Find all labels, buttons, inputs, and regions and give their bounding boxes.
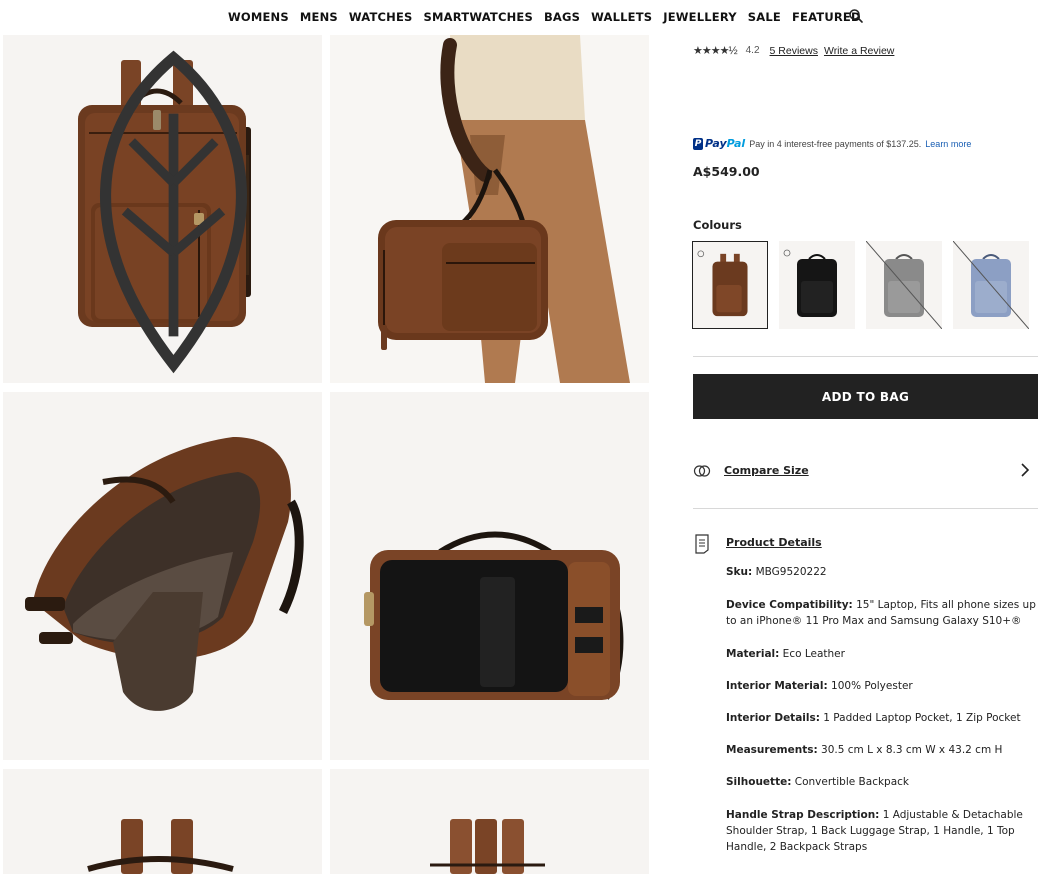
detail-label: Sku: xyxy=(726,566,753,578)
detail-value: 1 Padded Laptop Pocket, 1 Zip Pocket xyxy=(819,712,1021,724)
top-navigation: WOMENS MENS WATCHES SMARTWATCHES BAGS WA… xyxy=(0,0,1042,33)
detail-label: Silhouette: xyxy=(726,776,792,788)
product-image-front[interactable] xyxy=(3,35,322,383)
detail-value: MBG9520222 xyxy=(752,566,827,578)
compare-size-row[interactable]: Compare Size xyxy=(693,458,1038,484)
compare-size-link[interactable]: Compare Size xyxy=(724,464,809,477)
detail-label: Handle Strap Description: xyxy=(726,809,880,821)
detail-label: Interior Material: xyxy=(726,680,828,692)
search-icon[interactable] xyxy=(848,8,864,24)
nav-item-watches[interactable]: WATCHES xyxy=(349,10,413,24)
nav-menu: WOMENS MENS WATCHES SMARTWATCHES BAGS WA… xyxy=(228,10,861,24)
swatch-blue-image xyxy=(953,241,1029,329)
product-price: A$549.00 xyxy=(693,164,760,179)
product-details-title[interactable]: Product Details xyxy=(726,536,822,549)
add-to-bag-button[interactable]: ADD TO BAG xyxy=(693,374,1038,419)
document-icon xyxy=(695,534,709,554)
divider xyxy=(693,508,1038,509)
rating-value: 4.2 xyxy=(745,45,760,56)
write-review-link[interactable]: Write a Review xyxy=(824,45,894,57)
chevron-right-icon[interactable] xyxy=(1020,462,1030,478)
rating-row: ★★★★½ 4.2 5 Reviews Write a Review xyxy=(693,44,894,58)
product-image-front-alt[interactable] xyxy=(3,769,322,874)
nav-item-wallets[interactable]: WALLETS xyxy=(591,10,652,24)
detail-label: Material: xyxy=(726,648,780,660)
nav-item-smartwatches[interactable]: SMARTWATCHES xyxy=(424,10,533,24)
paypal-icon: P xyxy=(693,137,703,150)
swatch-brown-image xyxy=(697,250,748,317)
nav-item-mens[interactable]: MENS xyxy=(300,10,338,24)
nav-item-bags[interactable]: BAGS xyxy=(544,10,580,24)
product-image-interior[interactable] xyxy=(3,392,322,760)
detail-handle-strap: Handle Strap Description: 1 Adjustable &… xyxy=(726,807,1040,855)
eco-leaf-icon xyxy=(100,50,247,374)
paypal-logo-pay: Pay xyxy=(705,137,727,150)
model-carrying-image xyxy=(330,35,649,383)
divider xyxy=(693,356,1038,357)
detail-label: Measurements: xyxy=(726,744,818,756)
backpack-interior-image xyxy=(25,437,304,711)
colour-swatch-brown[interactable] xyxy=(692,241,768,329)
colour-swatches xyxy=(692,241,1029,329)
detail-label: Device Compatibility: xyxy=(726,599,853,611)
star-rating: ★★★★½ xyxy=(693,45,738,57)
paypal-row: P PayPal Pay in 4 interest-free payments… xyxy=(693,137,971,150)
detail-value: Eco Leather xyxy=(779,648,845,660)
backpack-side-image xyxy=(430,819,545,874)
detail-sku: Sku: MBG9520222 xyxy=(726,564,1040,580)
paypal-logo: P PayPal xyxy=(693,137,745,150)
compare-rings-icon xyxy=(693,465,711,477)
detail-value: 100% Polyester xyxy=(827,680,913,692)
product-image-back[interactable] xyxy=(330,392,649,760)
nav-item-womens[interactable]: WOMENS xyxy=(228,10,289,24)
detail-value: 30.5 cm L x 8.3 cm W x 43.2 cm H xyxy=(817,744,1003,756)
product-image-side[interactable] xyxy=(330,769,649,874)
reviews-link[interactable]: 5 Reviews xyxy=(770,45,818,57)
swatch-grey-image xyxy=(866,241,942,329)
detail-silhouette: Silhouette: Convertible Backpack xyxy=(726,774,1040,790)
detail-material: Material: Eco Leather xyxy=(726,646,1040,662)
product-image-model[interactable] xyxy=(330,35,649,383)
detail-interior-details: Interior Details: 1 Padded Laptop Pocket… xyxy=(726,710,1040,726)
paypal-learn-more-link[interactable]: Learn more xyxy=(925,139,971,149)
colour-swatch-blue-unavailable[interactable] xyxy=(953,241,1029,329)
colours-label: Colours xyxy=(693,218,742,232)
colour-swatch-grey-unavailable[interactable] xyxy=(866,241,942,329)
detail-measurements: Measurements: 30.5 cm L x 8.3 cm W x 43.… xyxy=(726,742,1040,758)
detail-interior-material: Interior Material: 100% Polyester xyxy=(726,678,1040,694)
backpack-back-image xyxy=(364,531,624,700)
swatch-black-image xyxy=(783,249,837,317)
backpack-front-alt-image xyxy=(87,819,234,874)
paypal-logo-pal: Pal xyxy=(726,137,746,150)
paypal-message: Pay in 4 interest-free payments of $137.… xyxy=(749,138,922,149)
detail-label: Interior Details: xyxy=(726,712,820,724)
nav-item-jewellery[interactable]: JEWELLERY xyxy=(663,10,737,24)
colour-swatch-black[interactable] xyxy=(779,241,855,329)
detail-device-compatibility: Device Compatibility: 15" Laptop, Fits a… xyxy=(726,597,1040,629)
detail-value: Convertible Backpack xyxy=(791,776,910,788)
nav-item-sale[interactable]: SALE xyxy=(748,10,781,24)
